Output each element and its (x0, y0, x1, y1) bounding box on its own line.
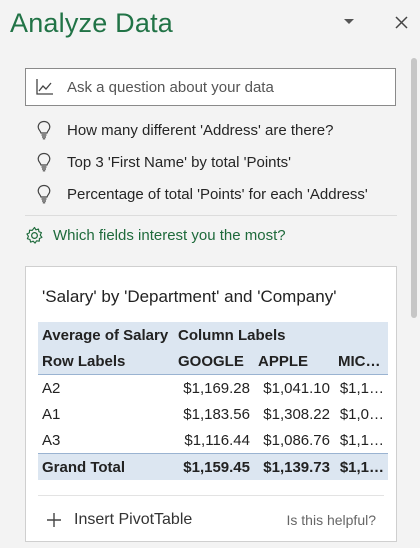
scrollbar[interactable] (409, 56, 417, 548)
row-label: A2 (42, 379, 61, 397)
pivot-row-labels: Row Labels (38, 348, 174, 375)
pivot-col-header: APPLE (254, 348, 334, 375)
search-input[interactable] (65, 77, 369, 97)
chevron-down-icon (344, 19, 354, 24)
pivot-value-header: Average of Salary (38, 322, 174, 348)
cell: $1,308.22 (263, 405, 330, 423)
lightbulb-icon (37, 152, 51, 172)
grand-total-row: Grand Total $1,159.45 $1,139.73 $1,1… (38, 453, 389, 480)
cell: $1,159.45 (174, 453, 254, 480)
suggestion-label: Top 3 'First Name' by total 'Points' (67, 153, 292, 171)
plus-icon (47, 513, 61, 527)
scrollbar-thumb[interactable] (411, 58, 417, 318)
row-label: A3 (42, 431, 61, 449)
cell: $1,1… (334, 453, 389, 480)
pivot-col-header: GOOGLE (174, 348, 254, 375)
suggestion-list: How many different 'Address' are there? … (36, 114, 386, 210)
pivot-col-header: MIC… (334, 348, 389, 375)
pane-options-button[interactable] (337, 10, 361, 34)
cell: $1,1… (339, 379, 385, 397)
suggestion-item[interactable]: Percentage of total 'Points' for each 'A… (36, 178, 386, 210)
cell: $1,183.56 (183, 405, 250, 423)
pane-title: Analyze Data (10, 8, 173, 38)
card-footer: Insert PivotTable Is this helpful? (38, 495, 385, 541)
insert-pivottable-label: Insert PivotTable (74, 511, 193, 528)
chart-line-icon (36, 79, 53, 95)
pivot-preview: Average of Salary Column Labels Row Labe… (38, 322, 389, 480)
lightbulb-icon (37, 120, 51, 140)
suggestion-item[interactable]: How many different 'Address' are there? (36, 114, 386, 146)
table-row: A3 $1,116.44 $1,086.76 $1,1… (38, 427, 388, 454)
cell: $1,1… (339, 431, 385, 449)
cell: $1,169.28 (183, 379, 250, 397)
suggestion-label: How many different 'Address' are there? (67, 121, 334, 139)
fields-link[interactable]: Which fields interest you the most? (25, 226, 286, 245)
cell: $1,086.76 (263, 431, 330, 449)
pivot-column-labels: Column Labels (174, 322, 389, 348)
insert-pivottable-button[interactable]: Insert PivotTable (38, 511, 192, 529)
insight-card: 'Salary' by 'Department' and 'Company' A… (25, 266, 397, 542)
divider (25, 215, 397, 216)
fields-link-label: Which fields interest you the most? (53, 227, 286, 244)
table-row: A1 $1,183.56 $1,308.22 $1,0… (38, 401, 388, 427)
suggestion-item[interactable]: Top 3 'First Name' by total 'Points' (36, 146, 386, 178)
close-icon (394, 15, 408, 29)
cell: $1,139.73 (254, 453, 334, 480)
helpful-link[interactable]: Is this helpful? (287, 512, 385, 528)
search-box[interactable] (25, 68, 396, 106)
table-row: A2 $1,169.28 $1,041.10 $1,1… (38, 375, 388, 402)
lightbulb-icon (37, 184, 51, 204)
row-label: A1 (42, 405, 61, 423)
cell: $1,116.44 (184, 431, 250, 449)
gear-icon (26, 226, 43, 244)
suggestion-label: Percentage of total 'Points' for each 'A… (67, 185, 368, 203)
grand-total-label: Grand Total (38, 453, 174, 480)
cell: $1,0… (339, 405, 385, 423)
cell: $1,041.10 (263, 379, 330, 397)
insight-title: 'Salary' by 'Department' and 'Company' (42, 287, 337, 306)
close-button[interactable] (389, 10, 413, 34)
